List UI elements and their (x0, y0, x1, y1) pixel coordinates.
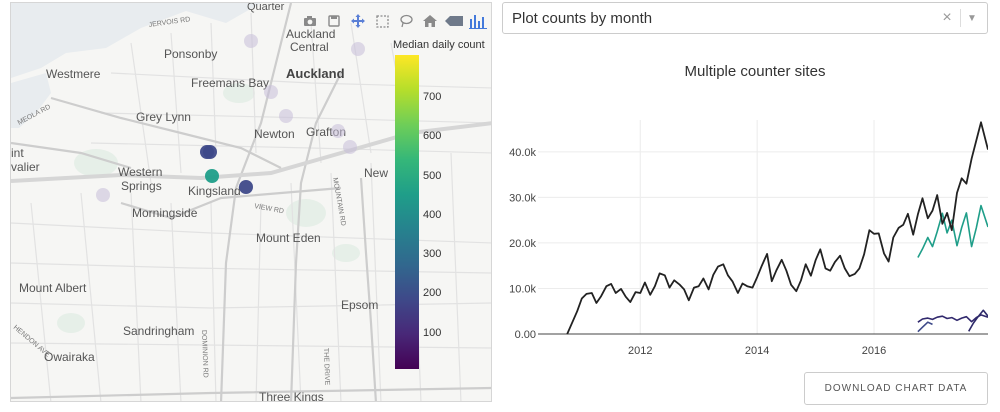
counter-site-marker[interactable] (244, 34, 258, 48)
map-label-grey-lynn: Grey Lynn (136, 110, 191, 124)
tag-icon[interactable] (445, 12, 463, 30)
map-label-three-kings: Three Kings (259, 390, 324, 402)
lasso-icon[interactable] (397, 12, 415, 30)
x-tick-label: 2016 (862, 345, 886, 357)
counter-site-marker[interactable] (96, 188, 110, 202)
map-label-morningside: Morningside (132, 206, 198, 220)
plot-modebar (301, 11, 487, 31)
street-map[interactable]: JERVOIS RD Quarter Auckland Central Pons… (11, 3, 492, 402)
map-label-mount-albert: Mount Albert (19, 281, 87, 295)
counter-site-marker[interactable] (331, 124, 345, 138)
map-label-mount-eden: Mount Eden (256, 231, 321, 245)
chevron-down-icon[interactable]: ▼ (965, 13, 979, 24)
colorbar-tick: 200 (423, 287, 442, 300)
download-chart-data-button[interactable]: DOWNLOAD CHART DATA (804, 372, 988, 405)
main-roads (11, 3, 491, 401)
park-area (57, 313, 85, 333)
map-label-owairaka: Owairaka (44, 350, 95, 364)
colorbar-tick: 300 (423, 248, 442, 261)
counter-site-marker[interactable] (239, 180, 253, 194)
counter-site-marker[interactable] (205, 169, 219, 183)
colorbar-tick: 100 (423, 326, 442, 339)
save-icon[interactable] (325, 12, 343, 30)
camera-icon[interactable] (301, 12, 319, 30)
y-tick-label: 10.0k (509, 283, 536, 295)
y-tick-label: 0.00 (515, 329, 536, 341)
park-area (332, 244, 360, 262)
map-label-the-drive: THE DRIVE (322, 348, 330, 386)
colorbar-tick: 700 (423, 91, 442, 104)
clear-icon[interactable]: × (938, 9, 956, 27)
map-label-quarter: Quarter (247, 3, 285, 13)
map-label-sandringham: Sandringham (123, 324, 194, 338)
map-label-int: int (11, 146, 24, 160)
map-label-auckland: Auckland (286, 66, 345, 81)
series-line-navy_b[interactable] (917, 321, 933, 333)
dropdown-separator (960, 9, 961, 27)
pan-icon[interactable] (349, 12, 367, 30)
y-tick-label: 40.0k (509, 147, 536, 159)
map-label-ponsonby: Ponsonby (164, 47, 217, 61)
counter-site-marker[interactable] (343, 140, 357, 154)
plotly-logo-icon[interactable] (469, 12, 487, 30)
map-label-new: New (364, 166, 388, 180)
colorbar-title: Median daily count (393, 39, 485, 51)
map-label-western-springs: Springs (121, 179, 162, 193)
map-label-newton: Newton (254, 127, 295, 141)
colorbar (395, 55, 419, 369)
y-tick-label: 30.0k (509, 192, 536, 204)
dropdown-selected-value: Plot counts by month (512, 9, 653, 27)
colorbar-tick: 500 (423, 169, 442, 182)
chart-title: Multiple counter sites (684, 63, 826, 80)
map-label-western-springs: Western (118, 165, 162, 179)
series-line-total[interactable] (566, 121, 988, 335)
x-tick-label: 2014 (745, 345, 769, 357)
map-label-valier: valier (11, 160, 40, 174)
map-label-view-rd: VIEW RD (254, 203, 285, 215)
series-line-teal[interactable] (917, 204, 988, 258)
colorbar-tick: 400 (423, 208, 442, 221)
map-label-dominion-rd: DOMINION RD (200, 330, 209, 378)
home-icon[interactable] (421, 12, 439, 30)
counter-site-marker[interactable] (279, 109, 293, 123)
colorbar-tick: 600 (423, 130, 442, 143)
counter-site-marker[interactable] (351, 42, 365, 56)
map-label-epsom: Epsom (341, 298, 378, 312)
box-select-icon[interactable] (373, 12, 391, 30)
y-tick-label: 20.0k (509, 238, 536, 250)
map-label-auckland-central: Central (290, 40, 329, 54)
counter-site-marker[interactable] (264, 85, 278, 99)
map-panel[interactable]: JERVOIS RD Quarter Auckland Central Pons… (10, 2, 492, 402)
map-label-freemans-bay: Freemans Bay (191, 76, 269, 90)
counter-site-marker[interactable] (203, 145, 217, 159)
plot-type-dropdown[interactable]: Plot counts by month × ▼ (502, 2, 988, 34)
map-label-westmere: Westmere (46, 67, 101, 81)
map-label-kingsland: Kingsland (188, 184, 241, 198)
x-tick-label: 2012 (628, 345, 652, 357)
monthly-counts-chart[interactable]: 0.00 10.0k 20.0k 30.0k 40.0k 2012 2014 2016 (500, 110, 1000, 370)
